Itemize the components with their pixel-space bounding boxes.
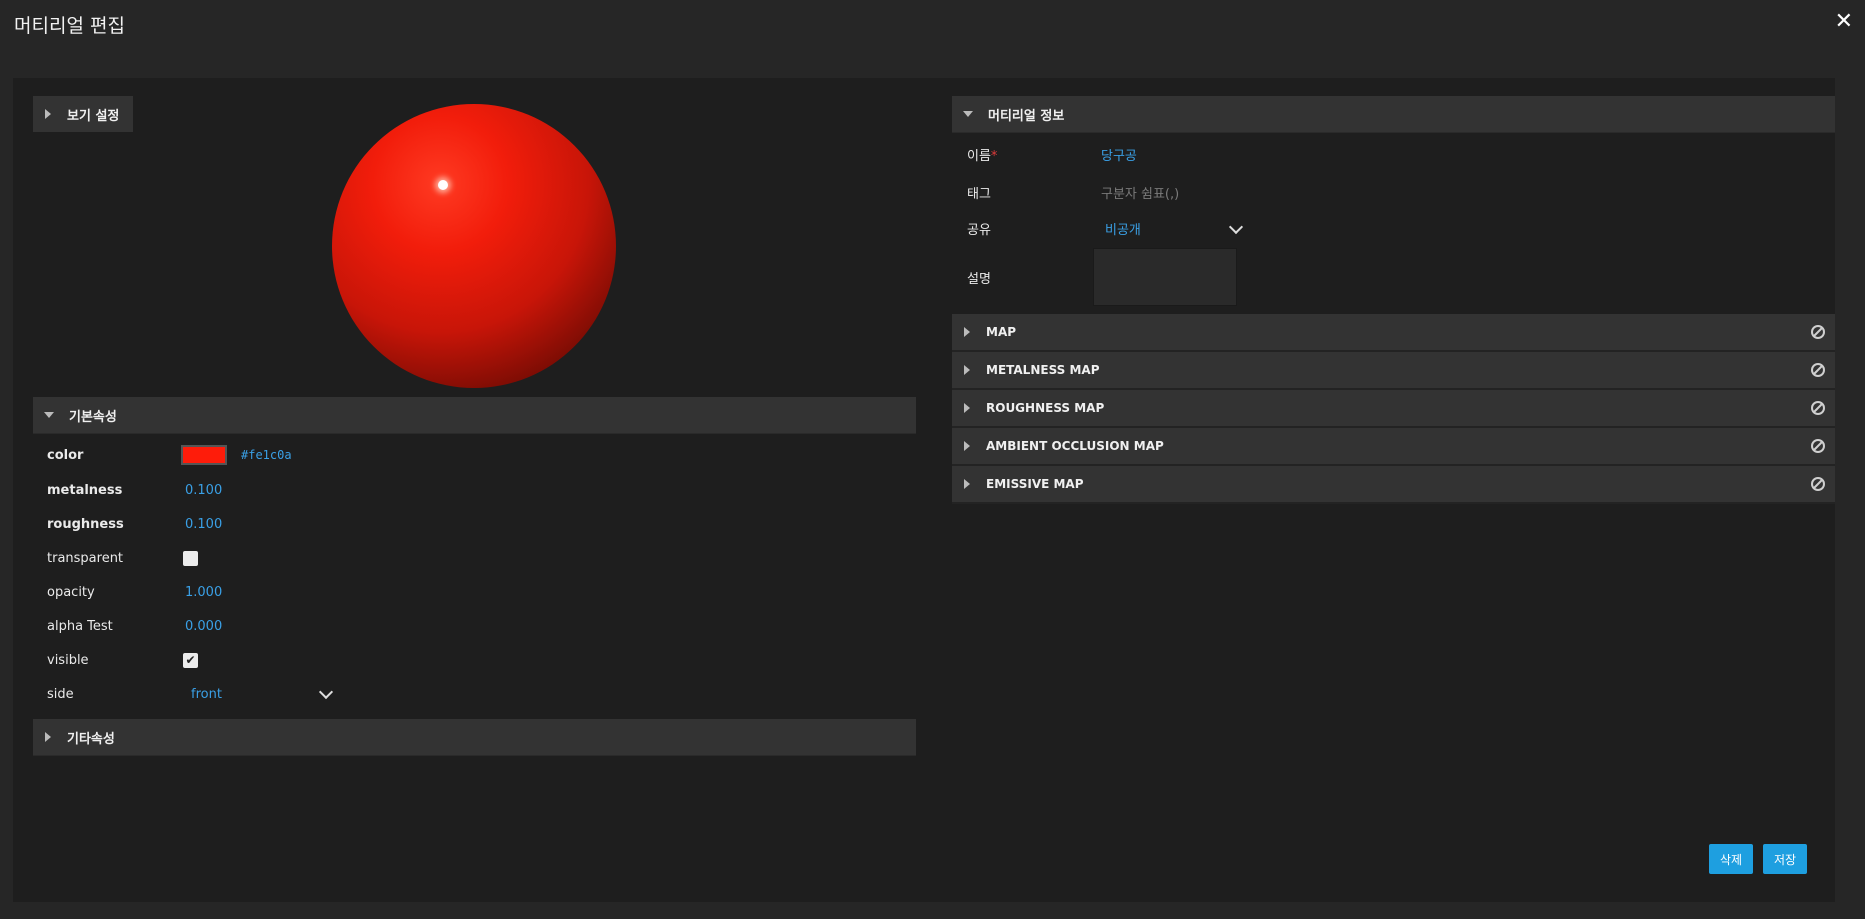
alpha-test-input[interactable]: 0.000	[181, 619, 222, 634]
transparent-checkbox[interactable]	[183, 550, 198, 566]
ban-icon[interactable]	[1811, 325, 1825, 339]
view-settings-toggle[interactable]: 보기 설정	[33, 96, 133, 132]
emissive-map-section-header[interactable]: EMISSIVE MAP	[952, 466, 1835, 504]
ambient-occlusion-map-label: AMBIENT OCCLUSION MAP	[986, 439, 1164, 453]
map-label: MAP	[986, 325, 1017, 339]
caret-right-icon	[964, 441, 970, 451]
ban-icon[interactable]	[1811, 401, 1825, 415]
caret-right-icon	[964, 327, 970, 337]
description-textarea[interactable]	[1093, 248, 1237, 306]
other-properties-header[interactable]: 기타속성	[33, 719, 916, 756]
ambient-occlusion-map-section-header[interactable]: AMBIENT OCCLUSION MAP	[952, 428, 1835, 466]
name-row: 이름* 당구공	[967, 145, 1137, 164]
check-icon: ✔	[185, 653, 196, 667]
map-section-header[interactable]: MAP	[952, 314, 1835, 352]
side-value: front	[191, 686, 222, 702]
metalness-input[interactable]: 0.100	[181, 483, 222, 498]
roughness-label: roughness	[47, 516, 124, 532]
side-label: side	[47, 686, 74, 702]
side-select[interactable]: front	[181, 684, 334, 702]
visible-label: visible	[47, 652, 89, 668]
metalness-map-label: METALNESS MAP	[986, 363, 1100, 377]
transparent-label: transparent	[47, 550, 124, 566]
caret-right-icon	[964, 479, 970, 489]
description-row: 설명	[967, 248, 1237, 306]
chevron-down-icon	[318, 684, 334, 700]
roughness-map-label: ROUGHNESS MAP	[986, 401, 1105, 415]
tag-label: 태그	[967, 187, 991, 202]
required-mark: *	[990, 149, 998, 164]
material-preview-sphere[interactable]	[332, 104, 616, 388]
chevron-down-icon	[1228, 219, 1244, 234]
transparent-row: transparent	[47, 548, 198, 568]
share-row: 공유 비공개	[967, 219, 1244, 238]
caret-right-icon	[45, 109, 51, 119]
share-label: 공유	[967, 223, 991, 238]
roughness-input[interactable]: 0.100	[181, 517, 222, 532]
opacity-input[interactable]: 1.000	[181, 585, 222, 600]
material-info-label: 머티리얼 정보	[988, 108, 1065, 124]
color-swatch[interactable]	[181, 445, 227, 465]
description-label: 설명	[967, 271, 991, 287]
other-properties-label: 기타속성	[67, 731, 115, 747]
opacity-label: opacity	[47, 584, 95, 600]
color-hex-value[interactable]: #fe1c0a	[241, 448, 292, 462]
side-row: side front	[47, 684, 334, 704]
caret-down-icon	[44, 412, 54, 418]
roughness-row: roughness 0.100	[47, 514, 222, 534]
material-info-header[interactable]: 머티리얼 정보	[952, 96, 1835, 133]
color-label: color	[47, 447, 84, 463]
visible-checkbox[interactable]: ✔	[183, 652, 198, 668]
alpha-test-label: alpha Test	[47, 618, 113, 634]
metalness-row: metalness 0.100	[47, 480, 222, 500]
name-label: 이름*	[967, 149, 998, 164]
tag-input[interactable]: 구분자 쉼표(,)	[1101, 183, 1179, 202]
visible-row: visible ✔	[47, 650, 198, 670]
specular-highlight	[438, 180, 448, 190]
alpha-test-row: alpha Test 0.000	[47, 616, 222, 636]
ban-icon[interactable]	[1811, 477, 1825, 491]
name-input[interactable]: 당구공	[1101, 145, 1137, 164]
metalness-label: metalness	[47, 482, 123, 498]
share-select[interactable]: 비공개	[1101, 219, 1244, 238]
emissive-map-label: EMISSIVE MAP	[986, 477, 1084, 491]
color-row: color #fe1c0a	[47, 445, 292, 465]
editor-panel: 보기 설정 기본속성 color #fe1c0a metalness 0.100…	[13, 78, 1835, 902]
opacity-row: opacity 1.000	[47, 582, 222, 602]
caret-right-icon	[45, 732, 51, 742]
basic-properties-header[interactable]: 기본속성	[33, 397, 916, 434]
window-titlebar: 머티리얼 편집 ✕	[0, 0, 1865, 52]
roughness-map-section-header[interactable]: ROUGHNESS MAP	[952, 390, 1835, 428]
caret-down-icon	[963, 111, 973, 117]
close-icon[interactable]: ✕	[1835, 9, 1853, 34]
tag-row: 태그 구분자 쉼표(,)	[967, 183, 1179, 202]
ban-icon[interactable]	[1811, 439, 1825, 453]
basic-properties-label: 기본속성	[69, 409, 117, 425]
ban-icon[interactable]	[1811, 363, 1825, 377]
delete-button[interactable]: 삭제	[1709, 844, 1753, 874]
caret-right-icon	[964, 365, 970, 375]
view-settings-label: 보기 설정	[67, 108, 120, 124]
metalness-map-section-header[interactable]: METALNESS MAP	[952, 352, 1835, 390]
window-title: 머티리얼 편집	[14, 15, 125, 37]
caret-right-icon	[964, 403, 970, 413]
save-button[interactable]: 저장	[1763, 844, 1807, 874]
share-value: 비공개	[1105, 223, 1141, 238]
